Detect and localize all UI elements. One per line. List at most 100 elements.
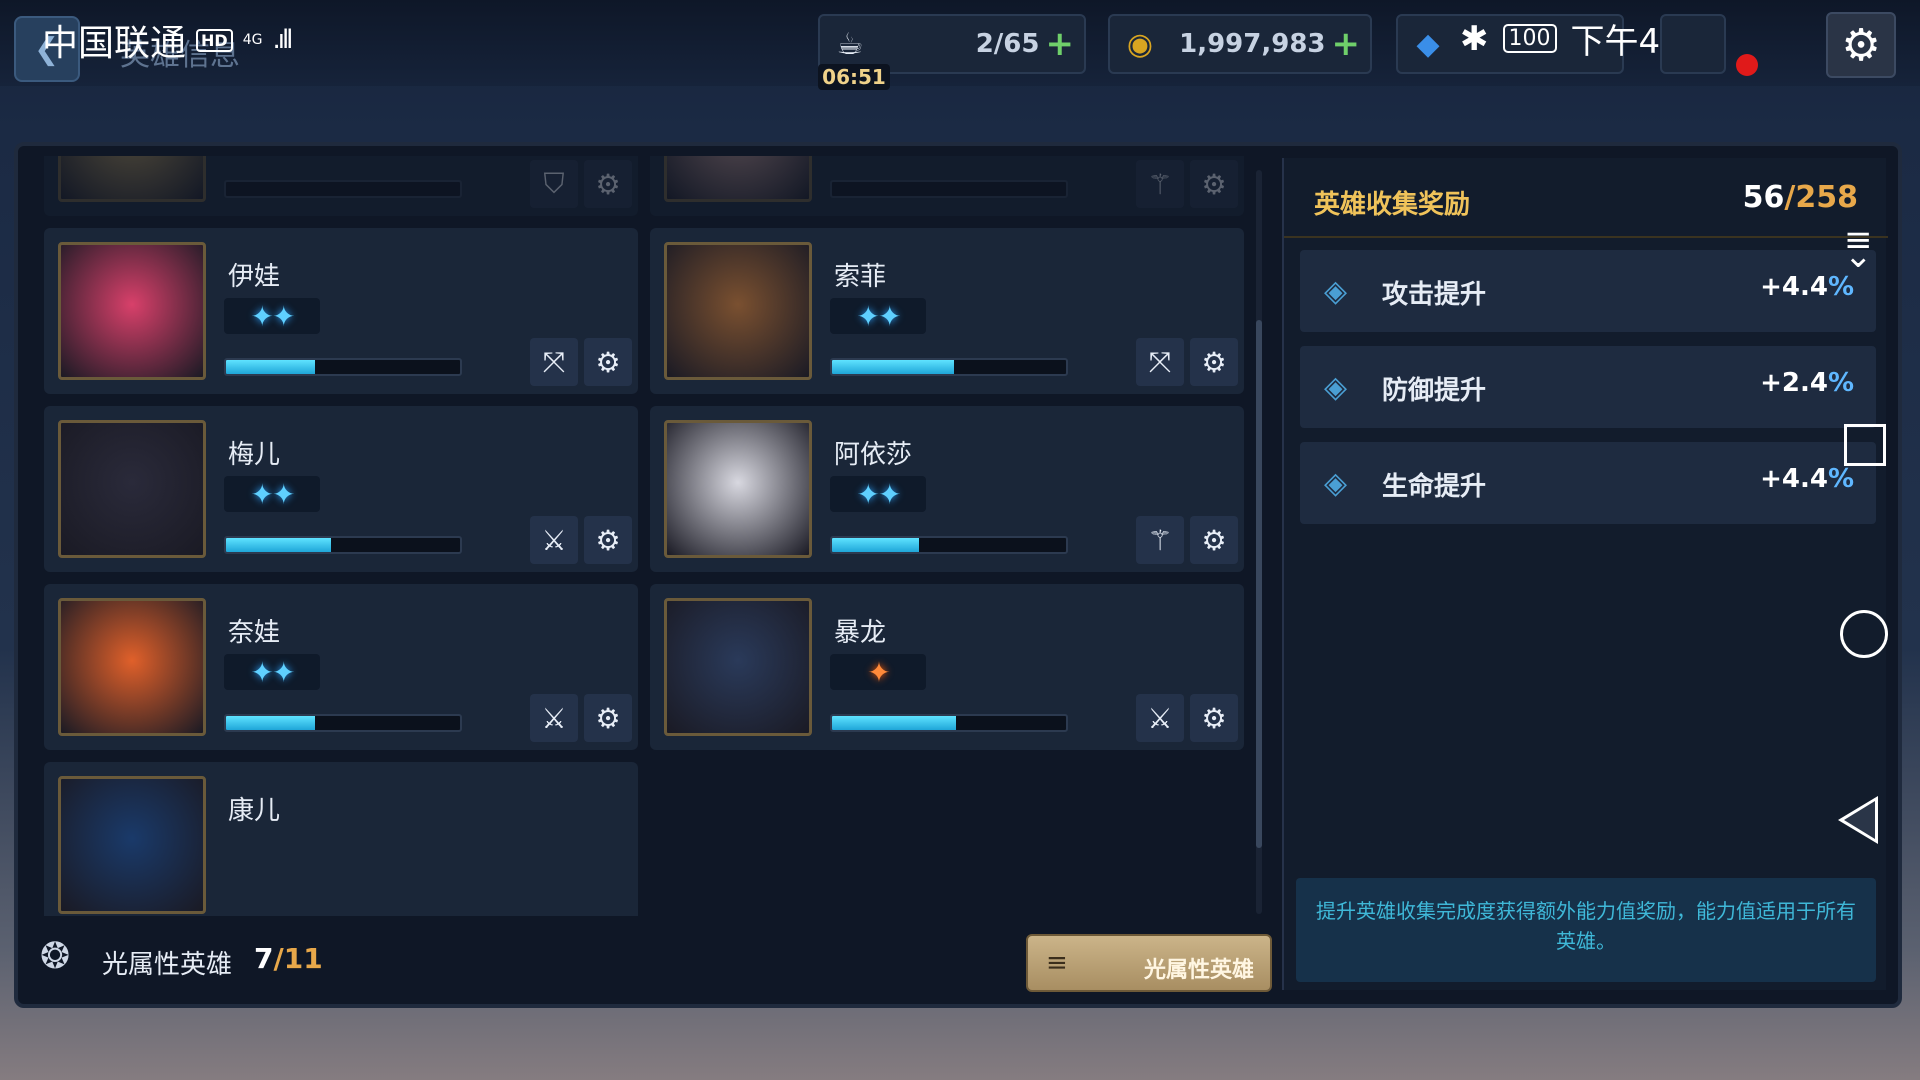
hero-name: 康儿: [228, 796, 281, 826]
crossed-swords-icon[interactable]: ⚔: [530, 694, 578, 742]
hero-list-scrollbar-thumb[interactable]: [1256, 320, 1262, 848]
hero-gear-icon[interactable]: ⚙: [584, 338, 632, 386]
hero-gear-icon[interactable]: ⚙: [584, 516, 632, 564]
reward-count-current: 56: [1742, 180, 1785, 215]
gold-value: 1,997,983: [1179, 29, 1326, 59]
hero-portrait: [58, 776, 206, 914]
hero-name: 索菲: [834, 262, 887, 292]
reward-label: 攻击提升: [1382, 280, 1487, 310]
hero-gear-icon[interactable]: ⚙: [1190, 338, 1238, 386]
hero-card[interactable]: 康儿: [44, 762, 638, 916]
settings-gear-icon[interactable]: ⚙: [1826, 12, 1896, 78]
hero-progress-fill: [832, 716, 957, 730]
hero-name: 暴龙: [834, 618, 887, 648]
hero-star-rating: ✦✦: [224, 654, 320, 690]
diamond-icon: ◈: [1324, 466, 1348, 501]
element-filter-button[interactable]: ≡ 光属性英雄: [1026, 934, 1272, 992]
hero-progress-bar: [830, 180, 1068, 198]
hero-gear-icon[interactable]: ⚙: [1190, 694, 1238, 742]
hero-progress-fill: [226, 360, 315, 374]
shield-icon[interactable]: ⛉: [530, 160, 578, 208]
battery-icon: 100: [1502, 24, 1557, 53]
reward-label: 防御提升: [1382, 376, 1487, 406]
hero-progress-bar: [224, 180, 462, 198]
hero-portrait: [664, 420, 812, 558]
reward-description: 提升英雄收集完成度获得额外能力值奖励，能力值适用于所有英雄。: [1296, 878, 1876, 982]
staff-icon[interactable]: ⚚: [1136, 516, 1184, 564]
hero-card[interactable]: 梅儿 ✦✦ ⚔ ⚙: [44, 406, 638, 572]
hero-gear-icon[interactable]: ⚙: [1190, 160, 1238, 208]
mail-button[interactable]: [1660, 14, 1726, 74]
hero-star-rating: ✦✦: [224, 476, 320, 512]
crossed-swords-icon[interactable]: ⚔: [530, 516, 578, 564]
reward-header: 英雄收集奖励 56/258: [1284, 158, 1888, 238]
hero-star-rating: ✦: [830, 654, 926, 690]
gold-add-button[interactable]: +: [1332, 24, 1361, 64]
count-total: /11: [273, 942, 323, 975]
crossed-bow-icon[interactable]: ⤧: [1136, 338, 1184, 386]
reward-row-health: ◈ 生命提升 +4.4%: [1300, 442, 1876, 524]
hero-card[interactable]: 索菲 ✦✦ ⤧ ⚙: [650, 228, 1244, 394]
diamond-icon: ◈: [1324, 370, 1348, 405]
bluetooth-icon: ✱: [1460, 18, 1489, 59]
hero-list[interactable]: ★★★⛉⚙★★★⚚⚙伊娃✦✦⤧⚙索菲✦✦⤧⚙梅儿✦✦⚔⚙阿依莎✦✦⚚⚙奈娃✦✦⚔…: [30, 156, 1260, 916]
reward-value: +4.4%: [1760, 272, 1854, 302]
hero-portrait: [58, 598, 206, 736]
reward-label: 生命提升: [1382, 472, 1487, 502]
coffee-cup-icon: ☕: [836, 26, 864, 62]
reward-count-total: /258: [1784, 180, 1858, 215]
hero-card[interactable]: 奈娃 ✦✦ ⚔ ⚙: [44, 584, 638, 750]
hero-progress-fill: [226, 538, 332, 552]
hero-name: 伊娃: [228, 262, 281, 292]
stamina-value: 2/65: [975, 29, 1040, 59]
network-type: 4G: [242, 32, 263, 48]
count-current: 7: [254, 942, 274, 975]
hero-portrait: [664, 598, 812, 736]
hero-card[interactable]: 暴龙 ✦ ⚔ ⚙: [650, 584, 1244, 750]
gem-icon: ◆: [1416, 26, 1440, 62]
status-bar-left: 中国联通 HD 4G .ıll: [42, 14, 293, 66]
hero-progress-bar: [830, 714, 1068, 732]
hero-progress-fill: [832, 538, 919, 552]
hero-progress-bar: [830, 536, 1068, 554]
hero-card[interactable]: 阿依莎 ✦✦ ⚚ ⚙: [650, 406, 1244, 572]
nav-menu-icon[interactable]: ≡ ⌄: [1844, 223, 1873, 273]
diamond-icon: ◈: [1324, 274, 1348, 309]
element-hero-count: 7/11: [254, 942, 323, 975]
hero-progress-bar: [224, 536, 462, 554]
crossed-bow-icon[interactable]: ⤧: [530, 338, 578, 386]
hero-portrait: [664, 242, 812, 380]
collection-reward-panel: 英雄收集奖励 56/258 ◈ 攻击提升 +4.4% ◈ 防御提升 +2.4% …: [1282, 158, 1888, 990]
hd-badge: HD: [196, 28, 233, 52]
nav-recents-icon[interactable]: [1844, 424, 1886, 466]
light-element-icon: ❂: [40, 936, 71, 977]
gold-resource: ◉ 1,997,983 +: [1108, 14, 1372, 74]
hero-card[interactable]: ★★★⛉⚙: [44, 156, 638, 216]
reward-progress: 56/258: [1743, 180, 1858, 215]
hero-portrait: [58, 156, 206, 202]
reward-title: 英雄收集奖励: [1314, 190, 1471, 220]
hero-card[interactable]: ★★★⚚⚙: [650, 156, 1244, 216]
gold-coin-icon: ◉: [1126, 26, 1154, 62]
filter-label: 光属性英雄: [1143, 958, 1254, 983]
nav-back-icon[interactable]: [1838, 796, 1878, 844]
crossed-swords-icon[interactable]: ⚔: [1136, 694, 1184, 742]
hero-gear-icon[interactable]: ⚙: [584, 160, 632, 208]
nav-home-icon[interactable]: [1840, 610, 1888, 658]
reward-row-defense: ◈ 防御提升 +2.4%: [1300, 346, 1876, 428]
hero-star-rating: ✦✦: [830, 298, 926, 334]
stamina-timer: 06:51: [818, 64, 890, 90]
stamina-add-button[interactable]: +: [1046, 24, 1075, 64]
hero-progress-bar: [830, 358, 1068, 376]
hero-progress-bar: [224, 358, 462, 376]
hero-star-rating: ✦✦: [830, 476, 926, 512]
hero-name: 梅儿: [228, 440, 281, 470]
element-label: 光属性英雄: [102, 950, 233, 980]
hero-gear-icon[interactable]: ⚙: [1190, 516, 1238, 564]
staff-icon[interactable]: ⚚: [1136, 160, 1184, 208]
hero-card[interactable]: 伊娃 ✦✦ ⤧ ⚙: [44, 228, 638, 394]
hero-gear-icon[interactable]: ⚙: [584, 694, 632, 742]
hero-progress-bar: [224, 714, 462, 732]
reward-row-attack: ◈ 攻击提升 +4.4%: [1300, 250, 1876, 332]
hero-list-footer: ❂ 光属性英雄 7/11 ≡ 光属性英雄: [30, 926, 1272, 1000]
